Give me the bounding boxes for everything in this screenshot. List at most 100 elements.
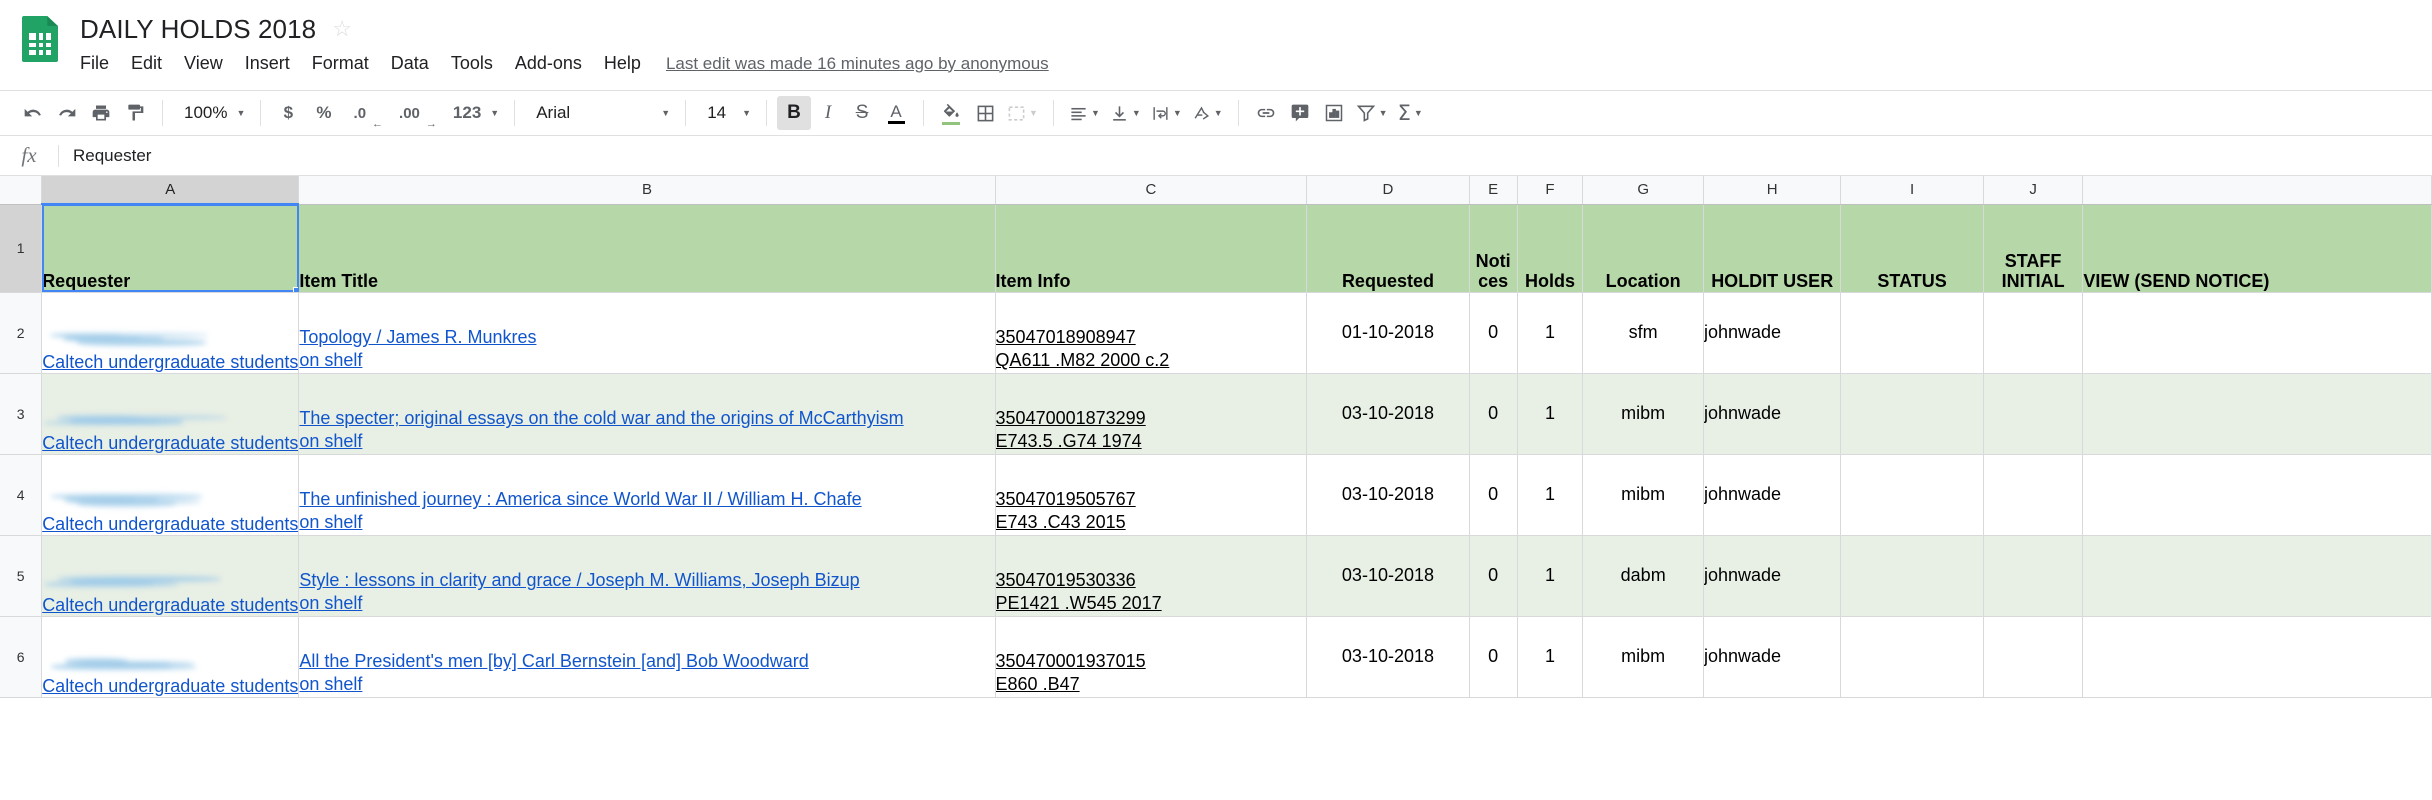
cell-notices[interactable]: 0 <box>1469 616 1518 698</box>
cell-holdit-user[interactable]: johnwade <box>1703 373 1842 455</box>
italic-button[interactable]: I <box>811 96 845 130</box>
chevron-down-icon[interactable]: ▼ <box>490 108 499 118</box>
chevron-down-icon[interactable]: ▼ <box>1173 108 1182 118</box>
table-row[interactable]: 2 Caltech undergraduate students Topology … <box>0 292 2432 374</box>
column-header-a[interactable]: A <box>41 176 300 205</box>
filter-icon[interactable]: ▼ <box>1351 96 1393 130</box>
cell-location[interactable]: mibm <box>1582 454 1704 536</box>
spreadsheet-grid[interactable]: A B C D E F G H I J 1 Requester Item Tit… <box>0 176 2432 800</box>
cell-item-title[interactable]: The specter; original essays on the cold… <box>298 373 996 455</box>
cell-item-title[interactable]: All the President's men [by] Carl Bernst… <box>298 616 996 698</box>
fill-color-icon[interactable] <box>934 96 968 130</box>
cell-notices[interactable]: 0 <box>1469 454 1518 536</box>
chevron-down-icon[interactable]: ▼ <box>1029 108 1038 118</box>
menu-item-insert[interactable]: Insert <box>234 50 301 77</box>
chevron-down-icon[interactable]: ▼ <box>661 108 670 118</box>
cell-location[interactable]: mibm <box>1582 616 1704 698</box>
merge-cells-icon[interactable]: ▼ <box>1002 96 1043 130</box>
column-header-k[interactable] <box>2082 176 2432 205</box>
cell-requester[interactable]: Caltech undergraduate students <box>41 292 300 374</box>
table-row[interactable]: 3 Caltech undergraduate students The spect… <box>0 373 2432 455</box>
item-shelf-status-link[interactable]: on shelf <box>299 430 994 453</box>
cell-item-info[interactable]: 35047018908947 QA611 .M82 2000 c.2 <box>995 292 1308 374</box>
requester-link[interactable]: Caltech undergraduate students <box>42 433 298 454</box>
cell-d1-requested[interactable]: Requested <box>1306 204 1470 293</box>
cell-requester[interactable]: Caltech undergraduate students <box>41 373 300 455</box>
column-header-b[interactable]: B <box>298 176 996 205</box>
document-title[interactable]: DAILY HOLDS 2018 <box>80 14 316 45</box>
cell-item-title[interactable]: The unfinished journey : America since W… <box>298 454 996 536</box>
link-icon[interactable] <box>1249 96 1283 130</box>
requester-link[interactable]: Caltech undergraduate students <box>42 352 298 373</box>
chart-icon[interactable] <box>1317 96 1351 130</box>
column-header-j[interactable]: J <box>1983 176 2084 205</box>
comment-icon[interactable] <box>1283 96 1317 130</box>
cell-notices[interactable]: 0 <box>1469 373 1518 455</box>
text-wrapping-icon[interactable]: ▼ <box>1146 96 1187 130</box>
cell-h1-holdit-user[interactable]: HOLDIT USER <box>1703 204 1842 293</box>
cell-requester[interactable]: Caltech undergraduate students <box>41 535 300 617</box>
cell-j1-staff-initial[interactable]: STAFF INITIAL <box>1983 204 2084 293</box>
bold-button[interactable]: B <box>777 96 812 130</box>
cell-requester[interactable]: Caltech undergraduate students <box>41 616 300 698</box>
undo-icon[interactable] <box>16 96 50 130</box>
cell-requester[interactable]: Caltech undergraduate students <box>41 454 300 536</box>
cell-requested-date[interactable]: 03-10-2018 <box>1306 616 1470 698</box>
font-size-select[interactable]: 14 ▼ <box>696 96 756 130</box>
menu-item-data[interactable]: Data <box>380 50 440 77</box>
cell-e1-notices[interactable]: Noti ces <box>1469 204 1518 293</box>
cell-item-title[interactable]: Style : lessons in clarity and grace / J… <box>298 535 996 617</box>
column-header-h[interactable]: H <box>1703 176 1842 205</box>
text-rotation-icon[interactable]: ▼ <box>1187 96 1228 130</box>
percent-format-button[interactable]: % <box>305 96 342 130</box>
cell-notices[interactable]: 0 <box>1469 292 1518 374</box>
cell-location[interactable]: dabm <box>1582 535 1704 617</box>
increase-decimal-button[interactable]: .00 → <box>388 96 442 131</box>
item-title-link[interactable]: The specter; original essays on the cold… <box>299 407 994 430</box>
cell-status[interactable] <box>1840 292 1984 374</box>
cell-holds[interactable]: 1 <box>1517 292 1584 374</box>
item-title-link[interactable]: Topology / James R. Munkres <box>299 326 994 349</box>
cell-holdit-user[interactable]: johnwade <box>1703 292 1842 374</box>
borders-icon[interactable] <box>968 96 1002 130</box>
column-header-f[interactable]: F <box>1517 176 1584 205</box>
requester-link[interactable]: Caltech undergraduate students <box>42 676 298 697</box>
decrease-decimal-button[interactable]: .0 ← <box>343 96 389 131</box>
cell-notices[interactable]: 0 <box>1469 535 1518 617</box>
menu-item-tools[interactable]: Tools <box>440 50 504 77</box>
sigma-icon[interactable]: Σ ▼ <box>1393 96 1428 130</box>
cell-g1-location[interactable]: Location <box>1582 204 1704 293</box>
cell-status[interactable] <box>1840 373 1984 455</box>
chevron-down-icon[interactable]: ▼ <box>1132 108 1141 118</box>
column-header-e[interactable]: E <box>1469 176 1518 205</box>
column-header-g[interactable]: G <box>1582 176 1704 205</box>
vertical-align-icon[interactable]: ▼ <box>1105 96 1146 130</box>
zoom-control[interactable]: 100% ▼ <box>173 96 250 130</box>
cell-staff-initial[interactable] <box>1983 373 2084 455</box>
table-row[interactable]: 6 Caltech undergraduate students All the P… <box>0 616 2432 698</box>
cell-holds[interactable]: 1 <box>1517 373 1584 455</box>
requester-link[interactable]: Caltech undergraduate students <box>42 514 298 535</box>
column-header-d[interactable]: D <box>1306 176 1470 205</box>
cell-c1-item-info[interactable]: Item Info <box>995 204 1308 293</box>
menu-item-view[interactable]: View <box>173 50 234 77</box>
row-header-6[interactable]: 6 <box>0 616 43 698</box>
select-all-corner[interactable] <box>0 176 43 205</box>
cell-status[interactable] <box>1840 616 1984 698</box>
cell-requested-date[interactable]: 03-10-2018 <box>1306 454 1470 536</box>
cell-staff-initial[interactable] <box>1983 535 2084 617</box>
text-color-button[interactable]: A <box>879 96 913 130</box>
chevron-down-icon[interactable]: ▼ <box>1414 108 1423 118</box>
column-header-c[interactable]: C <box>995 176 1308 205</box>
cell-view-send-notice[interactable] <box>2082 292 2432 374</box>
cell-view-send-notice[interactable] <box>2082 373 2432 455</box>
cell-holdit-user[interactable]: johnwade <box>1703 616 1842 698</box>
menu-item-addons[interactable]: Add-ons <box>504 50 593 77</box>
row-header-3[interactable]: 3 <box>0 373 43 455</box>
cell-status[interactable] <box>1840 535 1984 617</box>
row-header-5[interactable]: 5 <box>0 535 43 617</box>
table-row[interactable]: 4 Caltech undergraduate students The unfin… <box>0 454 2432 536</box>
cell-staff-initial[interactable] <box>1983 454 2084 536</box>
menu-item-edit[interactable]: Edit <box>120 50 173 77</box>
item-shelf-status-link[interactable]: on shelf <box>299 511 994 534</box>
